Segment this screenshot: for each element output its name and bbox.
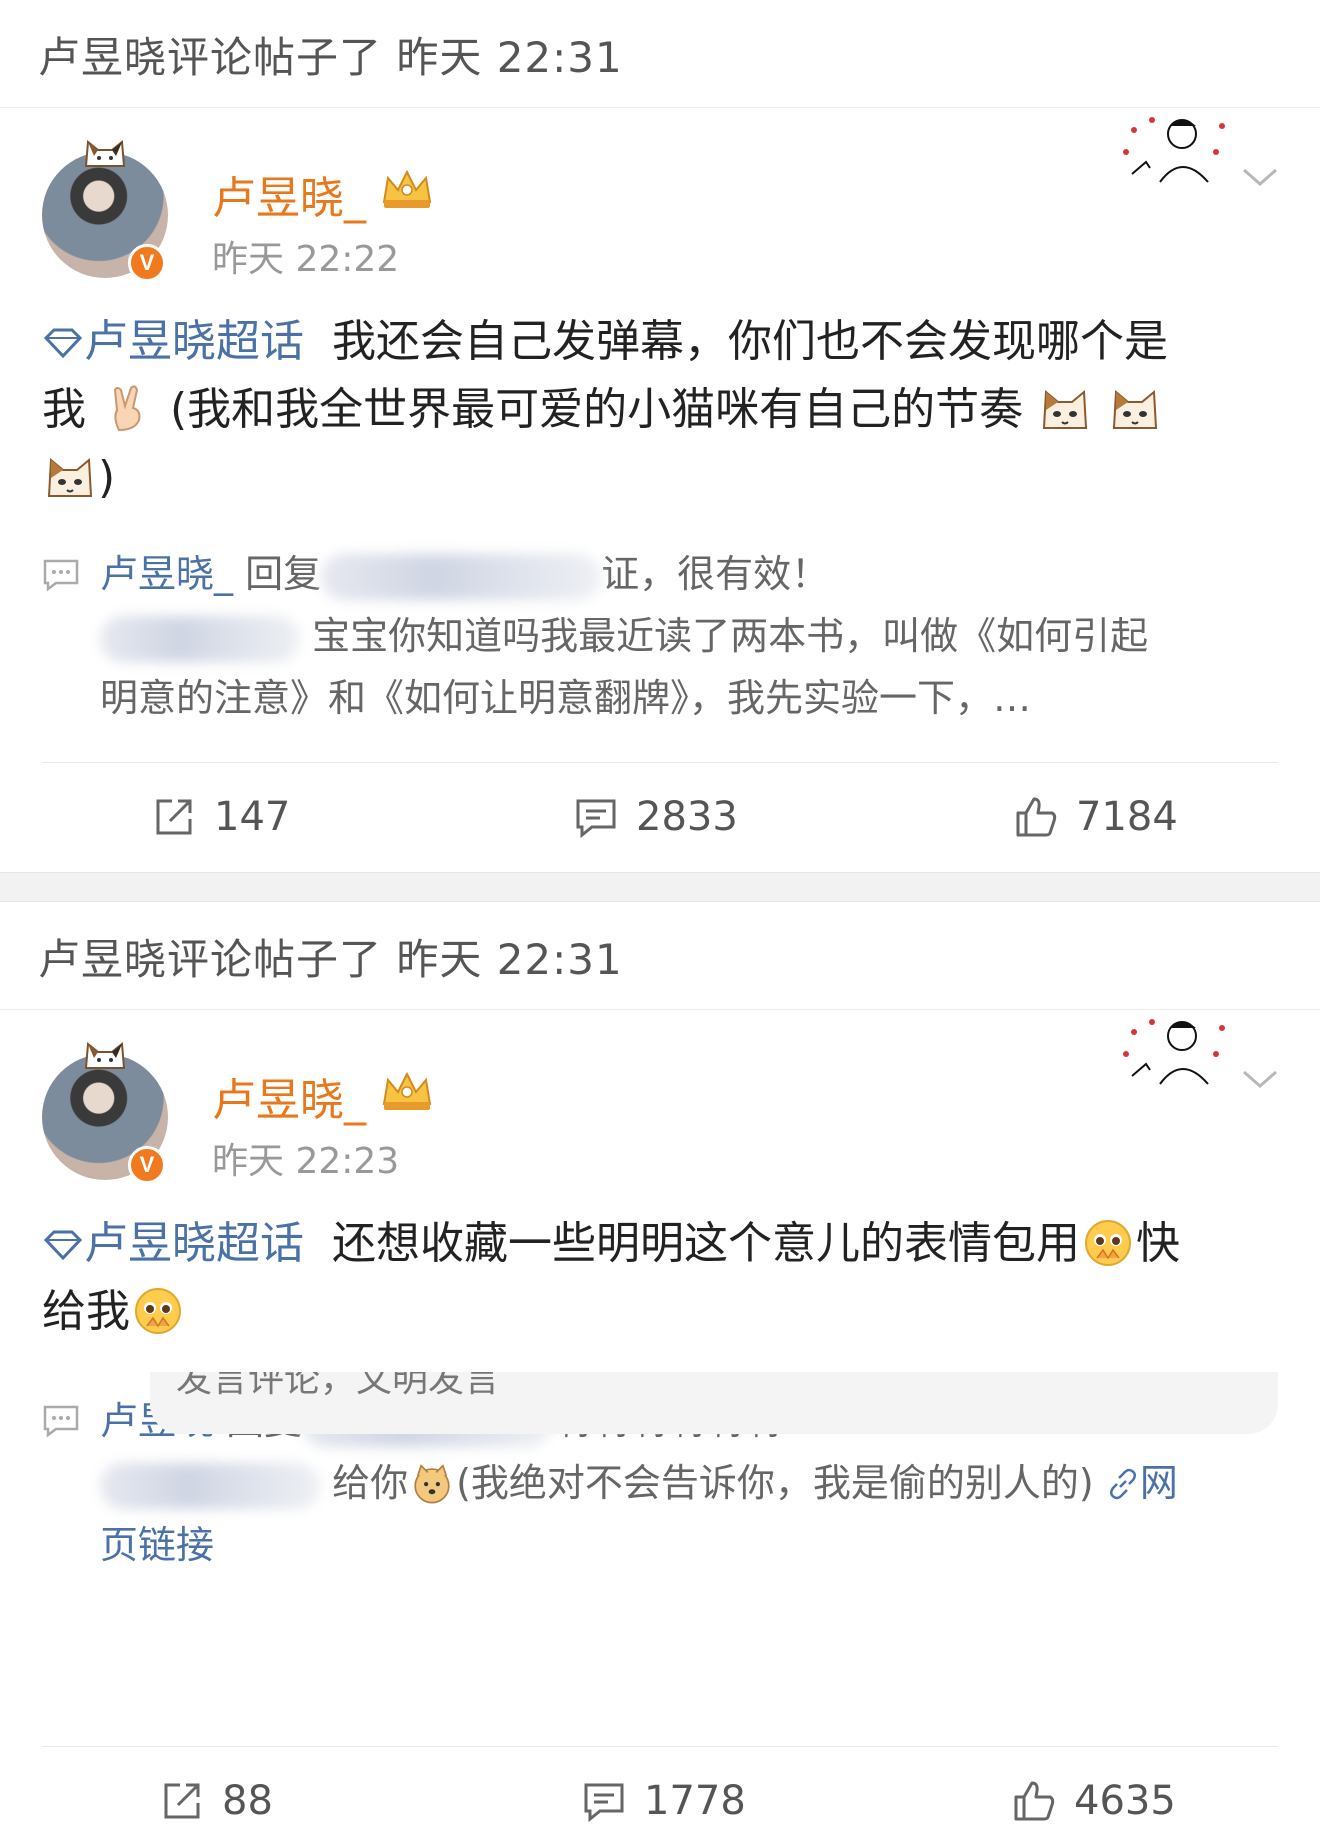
web-link-label: 网 bbox=[1139, 1461, 1178, 1505]
reply-text-line3: 明意的注意》和《如何让明意翻牌》，我先实验一下，… bbox=[100, 676, 1032, 720]
super-topic-label: 卢昱晓超话 bbox=[84, 1218, 304, 1269]
divider bbox=[42, 1746, 1278, 1747]
comment-button[interactable]: 1778 bbox=[582, 1766, 746, 1836]
repost-icon bbox=[164, 1783, 200, 1819]
cat-decoration-icon bbox=[84, 140, 126, 167]
activity-header-text: 卢昱晓评论帖子了 昨天 22:31 bbox=[38, 33, 623, 82]
avatar[interactable]: V bbox=[42, 140, 168, 282]
blurred-username bbox=[321, 553, 602, 600]
repost-button[interactable]: 88 bbox=[160, 1766, 273, 1836]
post-card[interactable]: 卢昱晓评论帖子了 昨天 22:31 V 卢昱晓_ 昨天 22:23 卢昱晓超话 … bbox=[0, 902, 1320, 1846]
username[interactable]: 卢昱晓_ bbox=[212, 1064, 366, 1128]
reply-text-line2a: 给你 bbox=[332, 1461, 409, 1505]
action-bar: 147 2833 7184 bbox=[0, 782, 1320, 852]
activity-header: 卢昱晓评论帖子了 昨天 22:31 bbox=[0, 0, 1320, 108]
like-icon bbox=[1014, 1781, 1055, 1821]
reply-text-line2b: (我绝对不会告诉你，我是偷的别人的) bbox=[456, 1461, 1094, 1505]
reply-preview[interactable]: 卢昱晓_ 回复 证，很有效！ 宝宝你知道吗我最近读了两本书，叫做《如何引起 明意的… bbox=[100, 543, 1280, 729]
activity-header: 卢昱晓评论帖子了 昨天 22:31 bbox=[0, 902, 1320, 1010]
comment-count: 2833 bbox=[636, 794, 738, 840]
post-time: 昨天 22:23 bbox=[212, 1141, 400, 1182]
sticker-decoration-icon bbox=[1123, 1019, 1225, 1085]
cat-emoji-icon bbox=[1113, 389, 1158, 429]
verified-badge-icon: V bbox=[128, 244, 166, 282]
reply-verb: 回复 bbox=[245, 552, 322, 596]
comment-button[interactable]: 2833 bbox=[574, 782, 738, 852]
post-text-line1: 还想收藏一些明明这个意儿的表情包用 bbox=[331, 1218, 1080, 1269]
like-button[interactable]: 7184 bbox=[1014, 782, 1178, 852]
chevron-down-icon[interactable] bbox=[1238, 160, 1282, 192]
crown-icon bbox=[382, 169, 432, 208]
cat-emoji-icon bbox=[47, 457, 93, 497]
avatar[interactable]: V bbox=[42, 1042, 168, 1184]
topic-diamond-icon bbox=[43, 1230, 83, 1260]
like-count: 7184 bbox=[1076, 794, 1178, 840]
reply-text-tail: 证，很有效！ bbox=[601, 552, 830, 596]
reply-username[interactable]: 卢昱晓_ bbox=[100, 552, 233, 596]
post-body: 卢昱晓超话 还想收藏一些明明这个意儿的表情包用 快 给我 bbox=[42, 1210, 1282, 1346]
username[interactable]: 卢昱晓_ bbox=[212, 162, 366, 226]
web-link[interactable]: 网 bbox=[1106, 1461, 1178, 1505]
post-text-line2b: (我和我全世界最可爱的小猫咪有自己的节奏 bbox=[170, 384, 1024, 435]
comment-icon bbox=[43, 1405, 79, 1438]
link-icon bbox=[1109, 1468, 1136, 1500]
activity-header-text: 卢昱晓评论帖子了 昨天 22:31 bbox=[38, 935, 623, 984]
cat-decoration-icon bbox=[84, 1042, 126, 1069]
repost-icon bbox=[156, 799, 192, 835]
post-text-line2: 给我 bbox=[42, 1286, 130, 1337]
blurred-username bbox=[100, 1462, 320, 1509]
divider bbox=[42, 762, 1278, 763]
comment-input-hint: 发言评论，文明发言 bbox=[176, 1372, 501, 1400]
blurred-username bbox=[100, 615, 300, 662]
like-icon bbox=[1016, 797, 1057, 837]
repost-count: 147 bbox=[214, 794, 291, 840]
like-button[interactable]: 4635 bbox=[1012, 1766, 1176, 1836]
repost-count: 88 bbox=[222, 1778, 273, 1824]
post-text-line1b: 快 bbox=[1135, 1218, 1180, 1269]
victory-hand-icon bbox=[113, 385, 141, 432]
super-topic-link[interactable]: 卢昱晓超话 bbox=[42, 1218, 304, 1269]
action-bar: 88 1778 4635 bbox=[0, 1766, 1320, 1836]
chevron-down-icon[interactable] bbox=[1238, 1062, 1282, 1094]
post-text-line3: ) bbox=[98, 452, 116, 503]
doge-icon bbox=[414, 1464, 450, 1504]
reply-text-line2: 宝宝你知道吗我最近读了两本书，叫做《如何引起 bbox=[312, 614, 1149, 658]
repost-button[interactable]: 147 bbox=[152, 782, 290, 852]
super-topic-label: 卢昱晓超话 bbox=[84, 316, 304, 367]
post-time: 昨天 22:22 bbox=[212, 239, 400, 280]
super-topic-link[interactable]: 卢昱晓超话 bbox=[42, 316, 304, 367]
like-count: 4635 bbox=[1074, 1778, 1176, 1824]
comment-icon bbox=[43, 559, 79, 592]
pleading-face-icon bbox=[1084, 1220, 1131, 1266]
verified-badge-icon: V bbox=[128, 1146, 166, 1184]
post-card[interactable]: 卢昱晓评论帖子了 昨天 22:31 V 卢昱晓_ 昨天 22:22 卢昱晓超话 … bbox=[0, 0, 1320, 872]
post-body: 卢昱晓超话 我还会自己发弹幕，你们也不会发现哪个是 我 (我和我全世界最可爱的小… bbox=[42, 308, 1282, 512]
comment-input[interactable]: 发言评论，文明发言 bbox=[150, 1372, 1278, 1434]
topic-diamond-icon bbox=[43, 328, 83, 358]
comment-icon bbox=[576, 799, 616, 839]
post-text-line2a: 我 bbox=[42, 384, 86, 435]
web-link-label-cont[interactable]: 页链接 bbox=[100, 1523, 214, 1567]
sticker-decoration-icon bbox=[1123, 117, 1225, 183]
post-text-line1: 我还会自己发弹幕，你们也不会发现哪个是 bbox=[331, 316, 1168, 367]
crown-icon bbox=[382, 1071, 432, 1110]
cat-emoji-icon bbox=[1043, 389, 1088, 429]
pleading-face-icon bbox=[135, 1288, 181, 1334]
card-separator bbox=[0, 872, 1320, 902]
comment-count: 1778 bbox=[644, 1778, 746, 1824]
comment-icon bbox=[584, 1783, 624, 1823]
